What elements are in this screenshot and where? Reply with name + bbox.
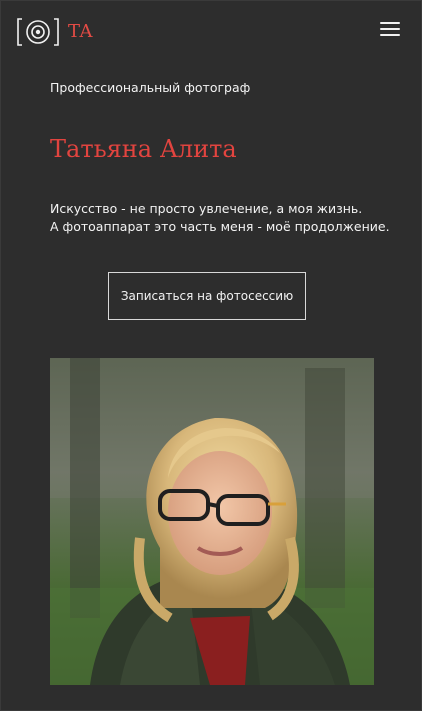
hamburger-menu-icon[interactable] [380,22,400,40]
hero-subtitle: Профессиональный фотограф [50,80,251,95]
menu-bar [380,34,400,36]
intro-line: Искусство - не просто увлечение, а моя ж… [50,201,363,216]
logo[interactable]: TA [16,16,93,48]
menu-bar [380,22,400,24]
book-photosession-button[interactable]: Записаться на фотосессию [108,272,306,320]
hero-intro: Искусство - не просто увлечение, а моя ж… [50,200,390,236]
photographer-name: Татьяна Алита [50,135,237,163]
intro-line: А фотоаппарат это часть меня - моё продо… [50,219,390,234]
photographer-portrait [50,358,374,685]
menu-bar [380,28,400,30]
camera-lens-icon [17,18,59,46]
logo-text: TA [68,21,94,42]
site-header: TA [16,16,400,48]
portrait-image [50,358,374,685]
